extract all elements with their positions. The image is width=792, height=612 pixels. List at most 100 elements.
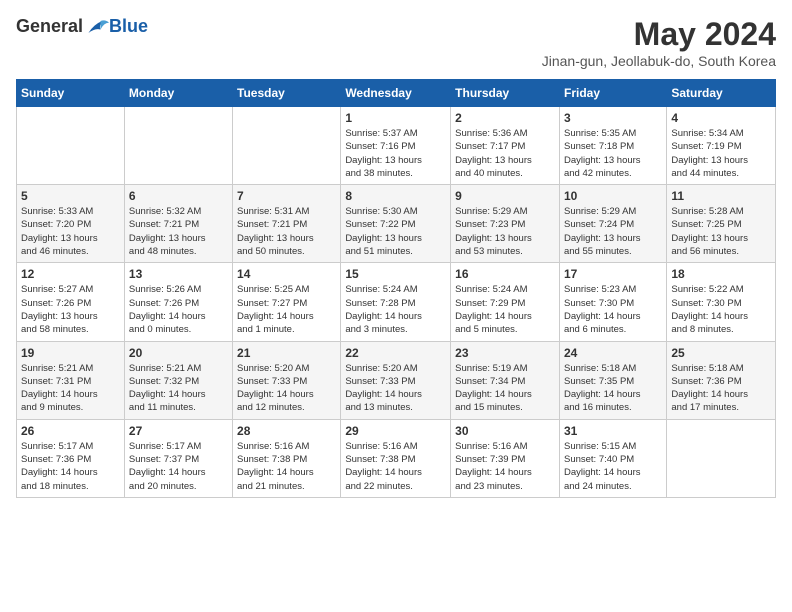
day-info: Sunrise: 5:29 AM Sunset: 7:24 PM Dayligh… [564, 205, 662, 258]
day-info: Sunrise: 5:35 AM Sunset: 7:18 PM Dayligh… [564, 127, 662, 180]
calendar-cell: 2 Sunrise: 5:36 AM Sunset: 7:17 PM Daylig… [451, 107, 560, 185]
day-number: 2 [455, 111, 555, 125]
calendar-cell: 30 Sunrise: 5:16 AM Sunset: 7:39 PM Dayli… [451, 419, 560, 497]
day-number: 28 [237, 424, 336, 438]
day-number: 9 [455, 189, 555, 203]
day-info: Sunrise: 5:26 AM Sunset: 7:26 PM Dayligh… [129, 283, 228, 336]
weekday-header-sunday: Sunday [17, 80, 125, 107]
day-info: Sunrise: 5:29 AM Sunset: 7:23 PM Dayligh… [455, 205, 555, 258]
weekday-header-friday: Friday [559, 80, 666, 107]
calendar-cell: 8Sunrise: 5:30 AM Sunset: 7:22 PM Daylig… [341, 185, 451, 263]
calendar-cell [233, 107, 341, 185]
calendar-cell: 4Sunrise: 5:34 AM Sunset: 7:19 PM Daylig… [667, 107, 776, 185]
day-info: Sunrise: 5:36 AM Sunset: 7:17 PM Dayligh… [455, 127, 555, 180]
day-number: 3 [564, 111, 662, 125]
day-info: Sunrise: 5:18 AM Sunset: 7:35 PM Dayligh… [564, 362, 662, 415]
weekday-header-saturday: Saturday [667, 80, 776, 107]
day-number: 1 [345, 111, 446, 125]
day-info: Sunrise: 5:18 AM Sunset: 7:36 PM Dayligh… [671, 362, 771, 415]
day-number: 14 [237, 267, 336, 281]
calendar-cell: 27Sunrise: 5:17 AM Sunset: 7:37 PM Dayli… [124, 419, 232, 497]
day-info: Sunrise: 5:16 AM Sunset: 7:39 PM Dayligh… [455, 440, 555, 493]
day-number: 22 [345, 346, 446, 360]
day-info: Sunrise: 5:24 AM Sunset: 7:28 PM Dayligh… [345, 283, 446, 336]
calendar-cell: 23 Sunrise: 5:19 AM Sunset: 7:34 PM Dayli… [451, 341, 560, 419]
calendar-body: 1 Sunrise: 5:37 AM Sunset: 7:16 PM Daylig… [17, 107, 776, 498]
weekday-header-row: SundayMondayTuesdayWednesdayThursdayFrid… [17, 80, 776, 107]
calendar-cell: 22 Sunrise: 5:20 AM Sunset: 7:33 PM Dayli… [341, 341, 451, 419]
weekday-header-wednesday: Wednesday [341, 80, 451, 107]
day-info: Sunrise: 5:17 AM Sunset: 7:36 PM Dayligh… [21, 440, 120, 493]
day-info: Sunrise: 5:15 AM Sunset: 7:40 PM Dayligh… [564, 440, 662, 493]
day-number: 13 [129, 267, 228, 281]
day-info: Sunrise: 5:24 AM Sunset: 7:29 PM Dayligh… [455, 283, 555, 336]
day-number: 27 [129, 424, 228, 438]
day-number: 23 [455, 346, 555, 360]
calendar-cell: 5 Sunrise: 5:33 AM Sunset: 7:20 PM Daylig… [17, 185, 125, 263]
calendar-cell: 21 Sunrise: 5:20 AM Sunset: 7:33 PM Dayli… [233, 341, 341, 419]
calendar-cell [667, 419, 776, 497]
calendar-cell: 9 Sunrise: 5:29 AM Sunset: 7:23 PM Daylig… [451, 185, 560, 263]
day-info: Sunrise: 5:19 AM Sunset: 7:34 PM Dayligh… [455, 362, 555, 415]
month-year: May 2024 [542, 16, 776, 53]
day-number: 8 [345, 189, 446, 203]
day-info: Sunrise: 5:20 AM Sunset: 7:33 PM Dayligh… [345, 362, 446, 415]
weekday-header-thursday: Thursday [451, 80, 560, 107]
calendar-cell [17, 107, 125, 185]
calendar-cell: 17 Sunrise: 5:23 AM Sunset: 7:30 PM Dayli… [559, 263, 666, 341]
calendar-cell: 16 Sunrise: 5:24 AM Sunset: 7:29 PM Dayli… [451, 263, 560, 341]
logo-bird-icon [85, 17, 109, 37]
day-number: 11 [671, 189, 771, 203]
day-info: Sunrise: 5:16 AM Sunset: 7:38 PM Dayligh… [345, 440, 446, 493]
day-number: 6 [129, 189, 228, 203]
day-info: Sunrise: 5:37 AM Sunset: 7:16 PM Dayligh… [345, 127, 446, 180]
calendar-cell: 13 Sunrise: 5:26 AM Sunset: 7:26 PM Dayli… [124, 263, 232, 341]
day-info: Sunrise: 5:21 AM Sunset: 7:31 PM Dayligh… [21, 362, 120, 415]
calendar-cell [124, 107, 232, 185]
calendar-cell: 14 Sunrise: 5:25 AM Sunset: 7:27 PM Dayli… [233, 263, 341, 341]
calendar-week-row: 1 Sunrise: 5:37 AM Sunset: 7:16 PM Daylig… [17, 107, 776, 185]
weekday-header-tuesday: Tuesday [233, 80, 341, 107]
calendar-cell: 11 Sunrise: 5:28 AM Sunset: 7:25 PM Dayli… [667, 185, 776, 263]
location: Jinan-gun, Jeollabuk-do, South Korea [542, 53, 776, 69]
day-info: Sunrise: 5:32 AM Sunset: 7:21 PM Dayligh… [129, 205, 228, 258]
day-number: 5 [21, 189, 120, 203]
day-number: 4 [671, 111, 771, 125]
day-number: 17 [564, 267, 662, 281]
calendar-cell: 19Sunrise: 5:21 AM Sunset: 7:31 PM Dayli… [17, 341, 125, 419]
calendar-cell: 15Sunrise: 5:24 AM Sunset: 7:28 PM Dayli… [341, 263, 451, 341]
day-number: 7 [237, 189, 336, 203]
logo: General Blue [16, 16, 148, 37]
calendar-cell: 28Sunrise: 5:16 AM Sunset: 7:38 PM Dayli… [233, 419, 341, 497]
day-info: Sunrise: 5:25 AM Sunset: 7:27 PM Dayligh… [237, 283, 336, 336]
day-number: 21 [237, 346, 336, 360]
calendar-cell: 3 Sunrise: 5:35 AM Sunset: 7:18 PM Daylig… [559, 107, 666, 185]
day-number: 30 [455, 424, 555, 438]
day-info: Sunrise: 5:20 AM Sunset: 7:33 PM Dayligh… [237, 362, 336, 415]
day-number: 16 [455, 267, 555, 281]
calendar-cell: 26 Sunrise: 5:17 AM Sunset: 7:36 PM Dayli… [17, 419, 125, 497]
calendar-cell: 7 Sunrise: 5:31 AM Sunset: 7:21 PM Daylig… [233, 185, 341, 263]
calendar-cell: 18Sunrise: 5:22 AM Sunset: 7:30 PM Dayli… [667, 263, 776, 341]
logo-blue-text: Blue [109, 16, 148, 37]
day-number: 18 [671, 267, 771, 281]
day-number: 10 [564, 189, 662, 203]
calendar-cell: 25 Sunrise: 5:18 AM Sunset: 7:36 PM Dayli… [667, 341, 776, 419]
title-section: May 2024 Jinan-gun, Jeollabuk-do, South … [542, 16, 776, 69]
calendar-week-row: 12Sunrise: 5:27 AM Sunset: 7:26 PM Dayli… [17, 263, 776, 341]
day-info: Sunrise: 5:23 AM Sunset: 7:30 PM Dayligh… [564, 283, 662, 336]
day-number: 20 [129, 346, 228, 360]
day-number: 25 [671, 346, 771, 360]
day-number: 24 [564, 346, 662, 360]
day-info: Sunrise: 5:31 AM Sunset: 7:21 PM Dayligh… [237, 205, 336, 258]
calendar-cell: 20 Sunrise: 5:21 AM Sunset: 7:32 PM Dayli… [124, 341, 232, 419]
weekday-header-monday: Monday [124, 80, 232, 107]
day-info: Sunrise: 5:28 AM Sunset: 7:25 PM Dayligh… [671, 205, 771, 258]
calendar-week-row: 5 Sunrise: 5:33 AM Sunset: 7:20 PM Daylig… [17, 185, 776, 263]
day-info: Sunrise: 5:27 AM Sunset: 7:26 PM Dayligh… [21, 283, 120, 336]
calendar-cell: 31Sunrise: 5:15 AM Sunset: 7:40 PM Dayli… [559, 419, 666, 497]
day-number: 26 [21, 424, 120, 438]
day-info: Sunrise: 5:33 AM Sunset: 7:20 PM Dayligh… [21, 205, 120, 258]
calendar-cell: 1 Sunrise: 5:37 AM Sunset: 7:16 PM Daylig… [341, 107, 451, 185]
day-info: Sunrise: 5:21 AM Sunset: 7:32 PM Dayligh… [129, 362, 228, 415]
